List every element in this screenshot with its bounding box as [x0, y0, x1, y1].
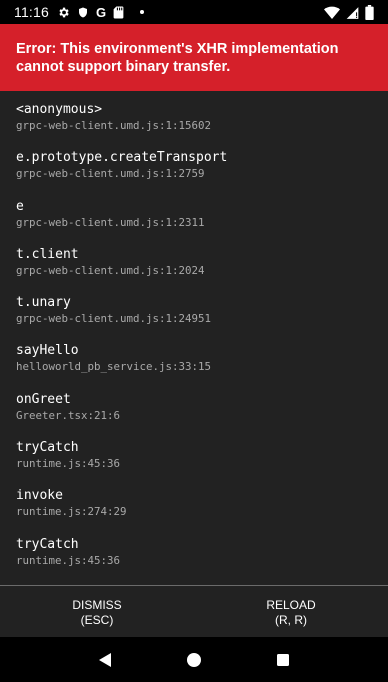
- dismiss-label: DISMISS: [72, 597, 122, 612]
- stack-frame[interactable]: invoke runtime.js:274:29: [16, 487, 372, 535]
- gear-icon: [59, 7, 69, 17]
- reload-shortcut: (R, R): [275, 612, 307, 627]
- frame-function-name: <anonymous>: [16, 102, 103, 117]
- google-icon: G: [96, 4, 107, 20]
- stack-frame[interactable]: <anonymous> grpc-web-client.umd.js:1:156…: [16, 101, 372, 149]
- status-time: 11:16: [14, 4, 49, 20]
- error-title: Error: This environment's XHR implementa…: [16, 41, 339, 75]
- stack-frame[interactable]: t.unary grpc-web-client.umd.js:1:24951: [16, 294, 372, 342]
- frame-function-name: t.unary: [16, 295, 71, 311]
- back-icon: [98, 652, 111, 667]
- stack-frame[interactable]: e grpc-web-client.umd.js:1:2311: [16, 198, 372, 246]
- shield-icon: [79, 7, 87, 17]
- frame-function-name: tryCatch: [16, 536, 79, 552]
- frame-location: helloworld_pb_service.js:33:15: [16, 360, 212, 374]
- dismiss-shortcut: (ESC): [80, 612, 114, 627]
- back-button[interactable]: [89, 644, 121, 676]
- stack-frame[interactable]: onGreet Greeter.tsx:21:6: [16, 391, 372, 439]
- wifi-icon: [324, 6, 340, 19]
- sd-card-icon: [113, 6, 124, 18]
- frame-function-name: invoke: [16, 488, 63, 504]
- home-icon: [186, 652, 201, 667]
- reload-label: RELOAD: [266, 597, 316, 612]
- stack-frame[interactable]: tryCatch runtime.js:45:36: [16, 439, 372, 487]
- reload-button[interactable]: RELOAD (R, R): [194, 586, 388, 637]
- signal-icon: [346, 6, 359, 19]
- status-notification-icons: G: [57, 5, 145, 20]
- status-left: 11:16 G: [14, 4, 145, 20]
- frame-location: runtime.js:45:36: [16, 553, 121, 567]
- frame-location: runtime.js:45:36: [16, 457, 121, 471]
- frame-function-name: sayHello: [16, 343, 79, 359]
- error-actions: DISMISS (ESC) RELOAD (R, R): [0, 585, 388, 637]
- frame-function-name: tryCatch: [16, 440, 79, 456]
- dot-icon: [140, 10, 145, 14]
- frame-function-name: e: [16, 198, 24, 214]
- frame-location: runtime.js:274:29: [16, 505, 127, 519]
- status-right: [324, 5, 374, 20]
- frame-function-name: t.client: [16, 246, 79, 262]
- frame-location: Greeter.tsx:21:6: [16, 408, 121, 422]
- recents-icon: [277, 653, 290, 666]
- navigation-bar: [0, 637, 388, 682]
- stack-frame[interactable]: tryCatch runtime.js:45:36: [16, 536, 372, 584]
- stack-frame[interactable]: sayHello helloworld_pb_service.js:33:15: [16, 342, 372, 390]
- frame-location: grpc-web-client.umd.js:1:24951: [16, 312, 212, 326]
- frame-function-name: onGreet: [16, 391, 71, 407]
- home-button[interactable]: [178, 644, 210, 676]
- stack-trace-list[interactable]: <anonymous> grpc-web-client.umd.js:1:156…: [0, 91, 388, 585]
- frame-location: grpc-web-client.umd.js:1:15602: [16, 119, 212, 132]
- status-bar: 11:16 G: [0, 0, 388, 24]
- frame-function-name: e.prototype.createTransport: [16, 150, 228, 166]
- recents-button[interactable]: [267, 644, 299, 676]
- frame-location: grpc-web-client.umd.js:1:2759: [16, 167, 205, 181]
- battery-icon: [365, 5, 374, 20]
- frame-location: grpc-web-client.umd.js:1:2024: [16, 263, 205, 277]
- error-banner: Error: This environment's XHR implementa…: [0, 24, 388, 91]
- stack-frame[interactable]: e.prototype.createTransport grpc-web-cli…: [16, 149, 372, 197]
- frame-location: grpc-web-client.umd.js:1:2311: [16, 215, 205, 229]
- dismiss-button[interactable]: DISMISS (ESC): [0, 586, 194, 637]
- stack-frame[interactable]: t.client grpc-web-client.umd.js:1:2024: [16, 246, 372, 294]
